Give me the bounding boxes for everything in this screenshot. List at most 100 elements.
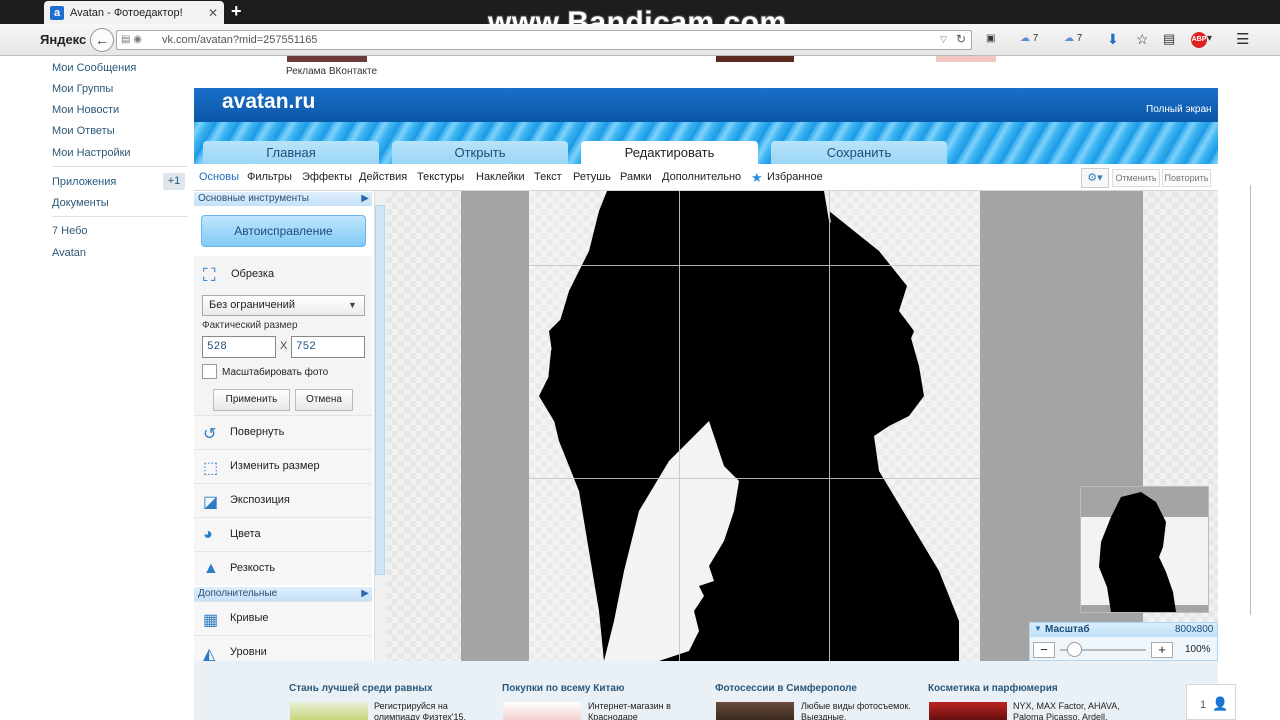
vk-menu-avatan[interactable]: Avatan (52, 247, 86, 259)
sharpness-icon: ▲ (203, 560, 219, 577)
page-scrollbar-thumb[interactable] (1250, 185, 1251, 615)
vk-ads-caption[interactable]: Реклама ВКонтакте (286, 66, 377, 77)
yandex-logo[interactable]: Яндекс (40, 32, 86, 47)
zoom-out-button[interactable]: − (1033, 642, 1055, 658)
cancel-button[interactable]: Отмена (295, 389, 353, 411)
url-dropdown-icon[interactable]: ▽ (940, 34, 947, 45)
zoom-slider-handle[interactable] (1067, 642, 1082, 657)
menu-extra[interactable]: Дополнительно (662, 171, 741, 183)
vk-menu-7nebo[interactable]: 7 Небо (52, 225, 88, 237)
ad-text[interactable]: Любые виды фотосъемок. Выездные. (801, 701, 911, 720)
section-extra-tools[interactable]: Дополнительные ▶ (194, 587, 372, 601)
undo-button[interactable]: Отменить (1112, 169, 1160, 187)
tab-edit[interactable]: Редактировать (581, 141, 758, 164)
menu-frames[interactable]: Рамки (620, 171, 652, 183)
section-basic-tools[interactable]: Основные инструменты ▶ (194, 192, 372, 206)
ad-title[interactable]: Косметика и парфюмерия (928, 683, 1058, 694)
crop-icon[interactable]: ⛶ (203, 265, 216, 286)
ad-image[interactable] (929, 702, 1007, 720)
bookmark-star-icon[interactable]: ☆ (1136, 31, 1149, 48)
settings-gear-icon[interactable]: ⚙▾ (1081, 168, 1109, 188)
vk-menu-answers[interactable]: Мои Ответы (52, 125, 115, 137)
cloud-icon[interactable]: ☁ 7 (1020, 33, 1038, 44)
reload-icon[interactable]: ↻ (956, 32, 966, 46)
ad-text[interactable]: NYX, MAX Factor, AHAVA, Paloma Picasso, … (1013, 701, 1123, 720)
menu-favorites[interactable]: Избранное (767, 171, 823, 183)
adblock-icon[interactable]: ABP▾ (1191, 32, 1212, 48)
vk-menu-news[interactable]: Мои Новости (52, 104, 119, 116)
chevron-down-icon[interactable]: ▼ (348, 300, 357, 310)
ad-thumbnail[interactable] (287, 56, 367, 62)
tool-rotate[interactable]: ↺ Повернуть (194, 415, 372, 449)
close-icon[interactable]: ✕ (208, 6, 218, 20)
ad-title[interactable]: Фотосессии в Симферополе (715, 683, 857, 694)
menu-effects[interactable]: Эффекты (302, 171, 352, 183)
vk-menu-groups[interactable]: Мои Группы (52, 83, 113, 95)
ad-thumbnail[interactable] (716, 56, 794, 62)
ad-text[interactable]: Регистрируйся на олимпиаду Физтех'15. (374, 701, 484, 720)
new-tab-button[interactable]: + (231, 2, 242, 20)
redo-button[interactable]: Повторить (1162, 169, 1211, 187)
menu-stickers[interactable]: Наклейки (476, 171, 525, 183)
ad-text[interactable]: Интернет-магазин в Краснодаре (588, 701, 698, 720)
download-icon[interactable]: ⬇ (1107, 31, 1119, 48)
ad-image[interactable] (716, 702, 794, 720)
crop-grid-line (679, 191, 680, 661)
vk-menu-apps[interactable]: Приложения (52, 176, 116, 188)
back-button[interactable]: ← (90, 28, 114, 52)
menu-filters[interactable]: Фильтры (247, 171, 292, 183)
collapse-arrow-icon[interactable]: ▶ (361, 587, 369, 601)
auto-fix-button[interactable]: Автоисправление (201, 215, 366, 247)
bookmarks-list-icon[interactable]: ▤ (1163, 31, 1175, 47)
tab-save[interactable]: Сохранить (771, 141, 947, 164)
url-text[interactable]: vk.com/avatan?mid=257551165 (162, 34, 317, 46)
menu-icon[interactable]: ☰ (1236, 30, 1249, 48)
apps-counter-badge[interactable]: +1 (163, 173, 185, 190)
tool-exposure[interactable]: ◪ Экспозиция (194, 483, 372, 517)
browser-tab[interactable]: a Avatan - Фотоедактор! ✕ (44, 1, 224, 24)
crop-width-input[interactable]: 528 (202, 336, 276, 358)
tool-label: Цвета (230, 528, 261, 540)
menu-retouch[interactable]: Ретушь (573, 171, 611, 183)
tools-scrollbar-thumb[interactable] (375, 205, 385, 575)
scale-photo-checkbox[interactable] (202, 364, 217, 379)
tool-label: Экспозиция (230, 494, 290, 506)
tool-label: Изменить размер (230, 460, 320, 472)
ad-title[interactable]: Стань лучшей среди равных (289, 683, 433, 694)
aspect-ratio-select[interactable]: Без ограничений (202, 295, 365, 316)
menu-basics[interactable]: Основы (199, 171, 239, 183)
zoom-title: Масштаб (1045, 624, 1090, 635)
tab-open[interactable]: Открыть (392, 141, 568, 164)
ad-image[interactable] (290, 702, 368, 720)
tool-resize[interactable]: ⬚ Изменить размер (194, 449, 372, 483)
tool-sharpness[interactable]: ▲ Резкость (194, 551, 372, 585)
site-info-icon[interactable]: ▤ ◉ (121, 34, 142, 45)
collapse-arrow-icon[interactable]: ▼ (1034, 624, 1042, 633)
tool-colors[interactable]: ◕ Цвета (194, 517, 372, 551)
tab-home[interactable]: Главная (203, 141, 379, 164)
favorites-star-icon[interactable]: ★ (751, 170, 763, 186)
fullscreen-link[interactable]: Полный экран (1146, 104, 1212, 115)
chat-widget[interactable] (1186, 684, 1236, 720)
ad-title[interactable]: Покупки по всему Китаю (502, 683, 625, 694)
navigator-preview[interactable] (1080, 486, 1209, 613)
apply-button[interactable]: Применить (213, 389, 290, 411)
zoom-in-button[interactable]: + (1151, 642, 1173, 658)
crop-height-input[interactable]: 752 (291, 336, 365, 358)
image-dimensions: 800x800 (1175, 624, 1214, 635)
menu-actions[interactable]: Действия (359, 171, 407, 183)
tool-curves[interactable]: ▦ Кривые (194, 601, 372, 635)
vk-menu-settings[interactable]: Мои Настройки (52, 147, 131, 159)
reader-icon[interactable]: ▣ (986, 33, 995, 44)
vk-menu-messages[interactable]: Мои Сообщения (52, 62, 136, 74)
menu-text[interactable]: Текст (534, 171, 562, 183)
ad-image[interactable] (503, 702, 581, 720)
crop-title[interactable]: Обрезка (231, 268, 274, 280)
cloud-icon[interactable]: ☁ 7 (1064, 33, 1082, 44)
tool-levels[interactable]: ◭ Уровни (194, 635, 372, 663)
crop-grid-line (529, 265, 980, 266)
collapse-arrow-icon[interactable]: ▶ (361, 192, 369, 206)
vk-menu-documents[interactable]: Документы (52, 197, 109, 209)
menu-textures[interactable]: Текстуры (417, 171, 464, 183)
ad-thumbnail[interactable] (936, 56, 996, 62)
